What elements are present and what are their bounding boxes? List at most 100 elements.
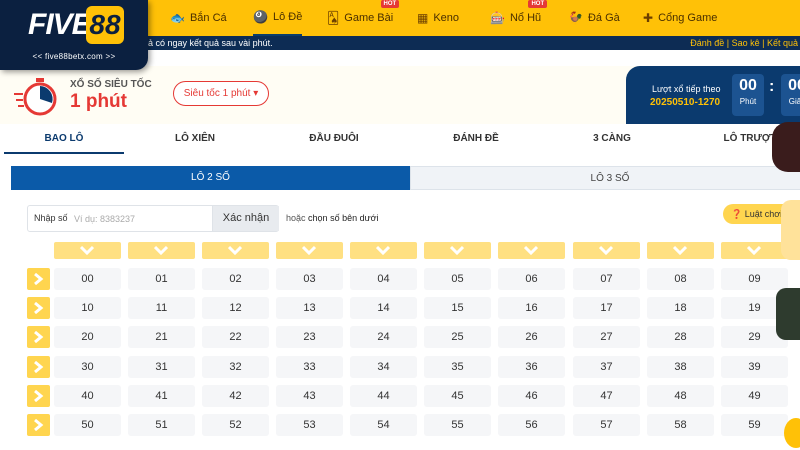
nav-item-0[interactable]: 🐟 Bắn Cá [170, 0, 227, 36]
confirm-button[interactable]: Xác nhận [212, 206, 279, 231]
number-cell[interactable]: 53 [276, 414, 343, 436]
column-select-4[interactable] [350, 242, 417, 259]
number-cell[interactable]: 31 [128, 356, 195, 378]
number-cell[interactable]: 23 [276, 326, 343, 348]
number-cell[interactable]: 46 [498, 385, 565, 407]
number-cell[interactable]: 13 [276, 297, 343, 319]
number-cell[interactable]: 55 [424, 414, 491, 436]
tab-lo-2-so[interactable]: LÔ 2 SỐ [11, 166, 410, 190]
number-cell[interactable]: 17 [573, 297, 640, 319]
nav-item-4[interactable]: 🎰 Nổ Hũ HOT [490, 0, 548, 36]
number-cell[interactable]: 14 [350, 297, 417, 319]
logo-mark: FIVE 88 [28, 6, 124, 44]
row-select-4[interactable] [27, 385, 50, 407]
row-select-1[interactable] [27, 297, 50, 319]
column-select-9[interactable] [721, 242, 788, 259]
number-cell[interactable]: 02 [202, 268, 269, 290]
chat-button-icon[interactable] [784, 418, 800, 448]
row-select-3[interactable] [27, 356, 50, 378]
number-cell[interactable]: 51 [128, 414, 195, 436]
number-cell[interactable]: 45 [424, 385, 491, 407]
column-select-6[interactable] [498, 242, 565, 259]
logo-url: << five88betx.com >> [32, 52, 116, 61]
tab-bao-lo[interactable]: BAO LÔ [4, 124, 124, 154]
number-cell[interactable]: 10 [54, 297, 121, 319]
number-cell[interactable]: 08 [647, 268, 714, 290]
number-cell[interactable]: 41 [128, 385, 195, 407]
number-cell[interactable]: 32 [202, 356, 269, 378]
number-input[interactable] [74, 209, 214, 228]
tab-3-cang[interactable]: 3 CÀNG [552, 124, 672, 154]
number-cell[interactable]: 49 [721, 385, 788, 407]
number-cell[interactable]: 58 [647, 414, 714, 436]
number-cell[interactable]: 18 [647, 297, 714, 319]
column-select-7[interactable] [573, 242, 640, 259]
brand-logo[interactable]: FIVE 88 << five88betx.com >> [0, 0, 148, 70]
ticker-links[interactable]: Đánh đề | Sao kê | Kết quả [690, 36, 800, 50]
number-cell[interactable]: 22 [202, 326, 269, 348]
number-cell[interactable]: 07 [573, 268, 640, 290]
number-cell[interactable]: 16 [498, 297, 565, 319]
number-cell[interactable]: 52 [202, 414, 269, 436]
column-select-0[interactable] [54, 242, 121, 259]
number-cell[interactable]: 25 [424, 326, 491, 348]
number-cell[interactable]: 35 [424, 356, 491, 378]
tab-dau-duoi[interactable]: ĐẦU ĐUÔI [274, 124, 394, 154]
number-cell[interactable]: 43 [276, 385, 343, 407]
number-cell[interactable]: 00 [54, 268, 121, 290]
number-cell[interactable]: 15 [424, 297, 491, 319]
number-cell[interactable]: 24 [350, 326, 417, 348]
tab-lo-3-so[interactable]: LÔ 3 SỐ [410, 166, 800, 190]
number-cell[interactable]: 56 [498, 414, 565, 436]
row-select-5[interactable] [27, 414, 50, 436]
row-select-0[interactable] [27, 268, 50, 290]
column-select-5[interactable] [424, 242, 491, 259]
number-cell[interactable]: 50 [54, 414, 121, 436]
number-cell[interactable]: 33 [276, 356, 343, 378]
nav-item-3[interactable]: ▦ Keno [417, 0, 459, 36]
number-cell[interactable]: 39 [721, 356, 788, 378]
number-cell[interactable]: 04 [350, 268, 417, 290]
tab-lo-xien[interactable]: LÔ XIÊN [135, 124, 255, 154]
number-cell[interactable]: 34 [350, 356, 417, 378]
column-select-8[interactable] [647, 242, 714, 259]
number-cell[interactable]: 57 [573, 414, 640, 436]
number-cell[interactable]: 01 [128, 268, 195, 290]
column-select-3[interactable] [276, 242, 343, 259]
number-cell[interactable]: 09 [721, 268, 788, 290]
tab-danh-de[interactable]: ĐÁNH ĐỀ [416, 124, 536, 154]
number-cell[interactable]: 59 [721, 414, 788, 436]
number-cell[interactable]: 03 [276, 268, 343, 290]
number-cell[interactable]: 12 [202, 297, 269, 319]
number-cell[interactable]: 38 [647, 356, 714, 378]
mode-select[interactable]: Siêu tốc 1 phút ▾ [173, 81, 269, 106]
number-cell[interactable]: 21 [128, 326, 195, 348]
number-cell[interactable]: 20 [54, 326, 121, 348]
countdown-separator: : [769, 78, 775, 95]
number-cell[interactable]: 44 [350, 385, 417, 407]
number-cell[interactable]: 37 [573, 356, 640, 378]
column-select-1[interactable] [128, 242, 195, 259]
number-cell[interactable]: 11 [128, 297, 195, 319]
promo-badge-icon[interactable] [772, 122, 800, 172]
number-cell[interactable]: 28 [647, 326, 714, 348]
number-cell[interactable]: 36 [498, 356, 565, 378]
column-select-2[interactable] [202, 242, 269, 259]
number-cell[interactable]: 05 [424, 268, 491, 290]
nav-item-2[interactable]: 🂡 Game Bài HOT [327, 0, 400, 36]
number-cell[interactable]: 40 [54, 385, 121, 407]
nav-item-6[interactable]: ✚ Cổng Game [643, 0, 717, 36]
number-cell[interactable]: 27 [573, 326, 640, 348]
nav-item-5[interactable]: 🐓 Đá Gà [568, 0, 620, 36]
number-cell[interactable]: 47 [573, 385, 640, 407]
promo-coin-icon[interactable] [781, 200, 800, 260]
number-cell[interactable]: 42 [202, 385, 269, 407]
row-select-2[interactable] [27, 326, 50, 348]
number-cell[interactable]: 30 [54, 356, 121, 378]
number-cell[interactable]: 26 [498, 326, 565, 348]
number-cell[interactable]: 54 [350, 414, 417, 436]
nav-item-1[interactable]: 🎱 Lô Đề [253, 0, 303, 36]
number-cell[interactable]: 06 [498, 268, 565, 290]
promo-character-icon[interactable] [776, 288, 800, 340]
number-cell[interactable]: 48 [647, 385, 714, 407]
